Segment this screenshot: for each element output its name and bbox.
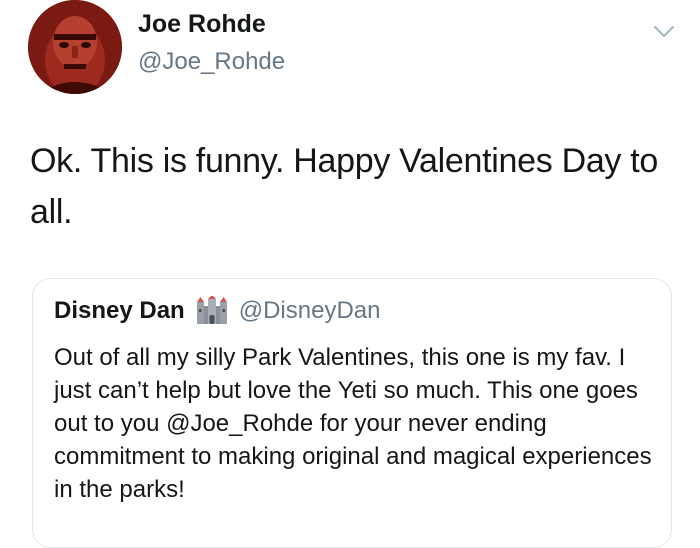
avatar[interactable] bbox=[28, 0, 122, 94]
quoted-tweet-card[interactable]: Disney Dan @DisneyDan Out of all my sill… bbox=[32, 278, 672, 548]
tweet-text: Ok. This is funny. Happy Valentines Day … bbox=[30, 142, 659, 231]
quoted-author-name: Disney Dan bbox=[54, 297, 185, 324]
castle-emoji-icon bbox=[195, 295, 229, 326]
quoted-tweet-text: Out of all my silly Park Valentines, thi… bbox=[54, 344, 652, 503]
avatar-photo bbox=[28, 0, 122, 94]
chevron-down-icon[interactable] bbox=[652, 22, 676, 42]
author-handle[interactable]: @Joe_Rohde bbox=[138, 48, 285, 76]
quoted-tweet-header: Disney Dan @DisneyDan bbox=[54, 295, 381, 326]
author-name[interactable]: Joe Rohde bbox=[138, 10, 266, 39]
quoted-author-handle: @DisneyDan bbox=[238, 297, 381, 324]
